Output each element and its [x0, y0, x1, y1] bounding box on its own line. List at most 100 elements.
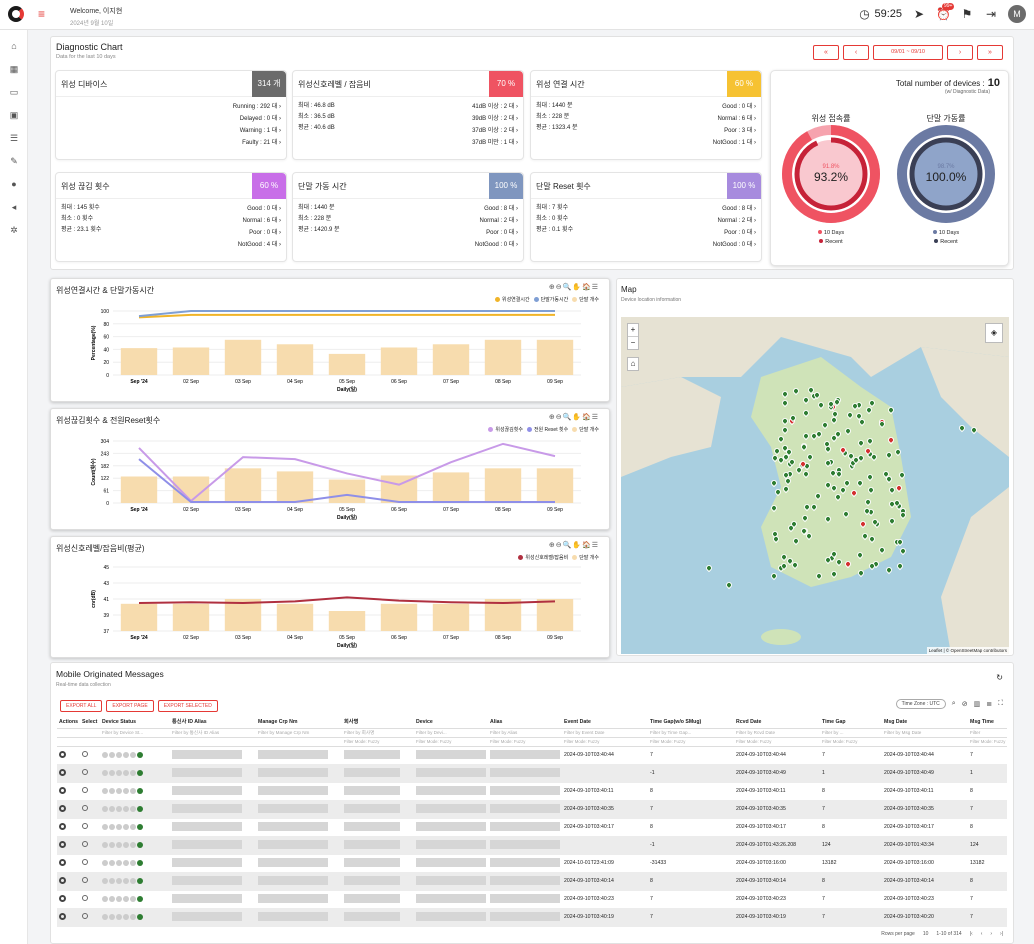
column-header[interactable]: Device Status: [100, 716, 171, 729]
table-row[interactable]: 2024-09-10T03:40:44 7 2024-09-10T03:40:44 7…: [57, 746, 1008, 765]
row-action[interactable]: [57, 854, 81, 873]
column-filter-input[interactable]: Filter: [968, 728, 1008, 738]
column-header[interactable]: Actions: [57, 716, 81, 729]
map-attribution[interactable]: Leaflet | © OpenStreetMap contributors: [926, 647, 1009, 654]
timezone-select[interactable]: Time Zone : UTC: [895, 699, 946, 709]
session-timer[interactable]: ◷ 59:25: [857, 7, 902, 21]
last-page-icon[interactable]: ›|: [1000, 931, 1003, 937]
monitor-icon[interactable]: ▭: [0, 81, 28, 104]
row-action[interactable]: [57, 746, 81, 765]
row-select[interactable]: [80, 782, 101, 801]
table-row[interactable]: 2024-09-10T03:40:14 8 2024-09-10T03:40:14 8…: [57, 872, 1008, 891]
column-filter-input[interactable]: Filter by 회사명: [342, 728, 415, 738]
metric-link[interactable]: Good : 0 대 ›: [713, 101, 756, 113]
row-action[interactable]: [57, 836, 81, 855]
avatar[interactable]: M: [1008, 5, 1026, 23]
device-map[interactable]: + − ⌂ ◈ Leaflet | © OpenStreetMap contrib…: [621, 317, 1009, 654]
metric-link[interactable]: Good : 0 대 ›: [238, 203, 281, 215]
metric-link[interactable]: Poor : 3 대 ›: [713, 125, 756, 137]
prev-page-icon[interactable]: ‹: [981, 931, 983, 937]
row-select[interactable]: [80, 818, 101, 837]
column-filter-input[interactable]: Filter by Alias: [488, 728, 563, 738]
export-all-button[interactable]: EXPORT ALL: [60, 700, 103, 712]
column-filter-input[interactable]: Filter by Devi...: [414, 728, 489, 738]
table-row[interactable]: 2024-09-10T03:40:19 7 2024-09-10T03:40:19 7…: [57, 908, 1008, 927]
metric-link[interactable]: 39dB 이상 : 2 대 ›: [472, 113, 518, 125]
row-select[interactable]: [80, 854, 101, 873]
columns-icon[interactable]: ▥: [974, 700, 981, 708]
table-row[interactable]: 2024-10-01T23:41:09 -31433 2024-09-10T03:1…: [57, 854, 1008, 873]
zoom-in-button[interactable]: +: [628, 324, 638, 336]
row-action[interactable]: [57, 782, 81, 801]
layers-icon[interactable]: ◈: [985, 323, 1003, 343]
row-select[interactable]: [80, 908, 101, 927]
column-filter-input[interactable]: Filter by 통신사 ID Alias: [170, 728, 257, 738]
last-page-button[interactable]: »: [977, 45, 1003, 60]
server-icon[interactable]: ☰: [0, 127, 28, 150]
prev-button[interactable]: ‹: [843, 45, 869, 60]
column-header[interactable]: Time Gap(w/o SMug): [648, 716, 735, 729]
row-action[interactable]: [57, 908, 81, 927]
metric-link[interactable]: Poor : 0 대 ›: [713, 227, 756, 239]
metric-link[interactable]: Normal : 6 대 ›: [713, 113, 756, 125]
zoom-control[interactable]: + −: [627, 323, 639, 350]
row-action[interactable]: [57, 818, 81, 837]
metric-link[interactable]: Normal : 2 대 ›: [475, 215, 518, 227]
metric-link[interactable]: NotGood : 0 대 ›: [475, 239, 518, 251]
row-select[interactable]: [80, 764, 101, 783]
metric-link[interactable]: Warning : 1 대 ›: [233, 125, 281, 137]
date-range-button[interactable]: 09/01 ~ 09/10: [873, 45, 943, 60]
row-action[interactable]: [57, 764, 81, 783]
menu-icon[interactable]: ≡: [38, 8, 45, 20]
gear-icon[interactable]: ✲: [0, 219, 28, 242]
refresh-icon[interactable]: ↻: [996, 673, 1003, 682]
column-filter-input[interactable]: Filter by Msg Date: [882, 728, 969, 738]
search-icon[interactable]: ⌕: [952, 700, 956, 708]
home-icon[interactable]: ⌂: [0, 35, 28, 58]
export-selected-button[interactable]: EXPORT SELECTED: [157, 700, 218, 712]
column-header[interactable]: Rcvd Date: [734, 716, 821, 729]
filter-off-icon[interactable]: ⊘: [962, 700, 968, 708]
info-icon[interactable]: ●: [0, 173, 28, 196]
alarm-icon[interactable]: ⏰ 99+: [936, 3, 955, 21]
next-page-icon[interactable]: ›: [990, 931, 992, 937]
metric-link[interactable]: Good : 8 대 ›: [475, 203, 518, 215]
column-filter-input[interactable]: Filter by Event Date: [562, 728, 649, 738]
metric-link[interactable]: Normal : 2 대 ›: [713, 215, 756, 227]
column-header[interactable]: Alias: [488, 716, 563, 729]
metric-link[interactable]: 41dB 이상 : 2 대 ›: [472, 101, 518, 113]
column-filter-input[interactable]: Filter by Rcvd Date: [734, 728, 821, 738]
first-page-icon[interactable]: |‹: [970, 931, 973, 937]
row-action[interactable]: [57, 800, 81, 819]
table-row[interactable]: 2024-09-10T03:40:11 8 2024-09-10T03:40:11 8…: [57, 782, 1008, 801]
column-filter-input[interactable]: Filter by ...: [820, 728, 883, 738]
metric-link[interactable]: Normal : 6 대 ›: [238, 215, 281, 227]
density-icon[interactable]: ≣: [986, 700, 992, 708]
metric-link[interactable]: Running : 292 대 ›: [233, 101, 281, 113]
column-header[interactable]: Event Date: [562, 716, 649, 729]
megaphone-icon[interactable]: ◂: [0, 196, 28, 219]
metric-link[interactable]: Poor : 0 대 ›: [475, 227, 518, 239]
flag-icon[interactable]: ⚑: [960, 7, 974, 21]
metric-link[interactable]: 37dB 미만 : 1 대 ›: [472, 137, 518, 149]
column-header[interactable]: 회사명: [342, 716, 415, 729]
column-header[interactable]: Select: [80, 716, 101, 729]
briefcase-icon[interactable]: ▣: [0, 104, 28, 127]
fullscreen-icon[interactable]: ⛶: [998, 700, 1003, 708]
row-select[interactable]: [80, 746, 101, 765]
column-filter-input[interactable]: Filter by Time Gap...: [648, 728, 735, 738]
table-row[interactable]: 2024-09-10T03:40:35 7 2024-09-10T03:40:35 7…: [57, 800, 1008, 819]
metric-link[interactable]: Delayed : 0 대 ›: [233, 113, 281, 125]
export-page-button[interactable]: EXPORT PAGE: [106, 700, 154, 712]
next-button[interactable]: ›: [947, 45, 973, 60]
table-row[interactable]: 2024-09-10T03:40:17 8 2024-09-10T03:40:17 8…: [57, 818, 1008, 837]
row-select[interactable]: [80, 800, 101, 819]
row-action[interactable]: [57, 872, 81, 891]
send-icon[interactable]: ➤: [912, 7, 926, 21]
row-select[interactable]: [80, 836, 101, 855]
app-logo[interactable]: [8, 6, 24, 22]
first-page-button[interactable]: «: [813, 45, 839, 60]
metric-link[interactable]: NotGood : 0 대 ›: [713, 239, 756, 251]
column-header[interactable]: Time Gap: [820, 716, 883, 729]
metric-link[interactable]: NotGood : 1 대 ›: [713, 137, 756, 149]
